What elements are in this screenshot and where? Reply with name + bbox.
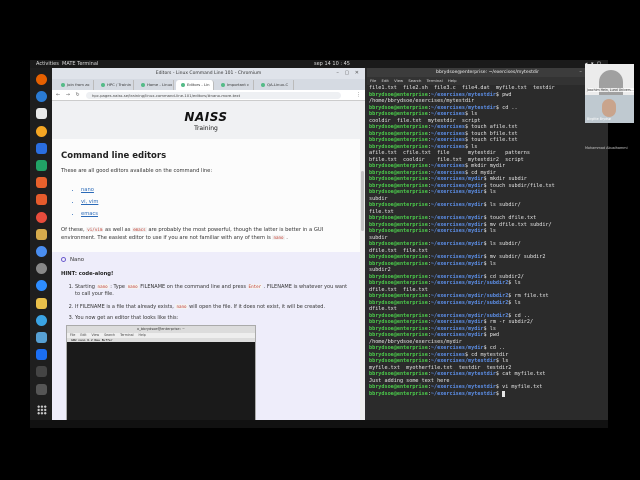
files-icon[interactable] bbox=[36, 108, 47, 120]
terminal-output[interactable]: file1.txt file2.sh file3.c file4.dat myf… bbox=[367, 85, 608, 420]
naiss-logo-sub: Training bbox=[194, 125, 218, 132]
tab-favicon-icon bbox=[61, 83, 65, 87]
hint-text: HINT: code-along! bbox=[61, 270, 114, 277]
steps-list: Starting nano : Type nano FILENAME on th… bbox=[75, 283, 348, 323]
extensions-icon[interactable]: ⋮ bbox=[356, 90, 361, 101]
show-applications-icon[interactable] bbox=[37, 405, 47, 415]
bottom-panel bbox=[30, 420, 608, 428]
intro-text: These are all good editors available on … bbox=[61, 168, 213, 174]
terminal-menubar[interactable]: File Edit View Search Terminal Help bbox=[367, 77, 608, 85]
url-input[interactable]: hpc.pages.naiss.se/training/linux-comman… bbox=[86, 92, 341, 99]
admonition-title: Nano bbox=[61, 256, 348, 263]
browser-tab[interactable]: Join from zo bbox=[56, 80, 94, 90]
editor-link-nano[interactable]: nano bbox=[81, 184, 350, 196]
editors-paragraph: Of these, vi/vim as well as emacs are pr… bbox=[61, 226, 324, 241]
tab-label: Important c bbox=[227, 82, 250, 87]
tab-label: Home - Linux bbox=[147, 82, 173, 87]
terminal-icon[interactable] bbox=[36, 366, 47, 378]
page-content: NAISS Training Command line editors Thes… bbox=[52, 101, 360, 420]
window-controls[interactable]: – ▢ ✕ bbox=[336, 68, 361, 79]
screen: Activities MATE Terminal sep 14 10 : 45 … bbox=[0, 0, 640, 480]
terminal-title: bbrydsoe@enterprise: ~/exercises/mytestd… bbox=[436, 70, 539, 75]
browser-tab[interactable]: Important c bbox=[216, 80, 254, 90]
step-2: If FILENAME is a file that already exist… bbox=[75, 303, 348, 312]
tab-favicon-icon bbox=[181, 83, 185, 87]
page-scrollbar[interactable] bbox=[360, 101, 365, 420]
libreoffice-calc-icon[interactable] bbox=[36, 160, 47, 171]
settings-icon[interactable] bbox=[36, 263, 47, 275]
editor-link-vim[interactable]: vi, vim bbox=[81, 196, 350, 208]
zoom-app-icon[interactable] bbox=[36, 349, 47, 361]
libreoffice-writer-icon[interactable] bbox=[36, 142, 47, 154]
tab-favicon-icon bbox=[221, 83, 225, 87]
browser-tabs: Join from zo HPC / Trainin Home - Linux Edi… bbox=[52, 79, 365, 90]
nano-screenshot: x_bbrydsoe@enterprise: ~ File Edit View … bbox=[66, 324, 256, 420]
nano-screenshot-title: x_bbrydsoe@enterprise: ~ bbox=[67, 325, 255, 333]
terminal-command-line: bbrydsoe@enterprise:~/exercises/mytestdi… bbox=[369, 390, 608, 398]
tab-favicon-icon bbox=[261, 83, 265, 87]
browser-window: Editors - Linux Command Line 101 - Chrom… bbox=[52, 68, 365, 420]
browser-title: Editors - Linux Command Line 101 - Chrom… bbox=[155, 71, 262, 76]
address-bar-row: ← → ↻ hpc.pages.naiss.se/training/linux-… bbox=[52, 90, 365, 101]
terminal-titlebar: bbrydsoe@enterprise: ~/exercises/mytestd… bbox=[367, 68, 608, 77]
active-app-label[interactable]: MATE Terminal bbox=[62, 60, 98, 68]
chromium-icon[interactable] bbox=[36, 246, 47, 257]
terminal-cursor bbox=[502, 390, 506, 397]
browser-tab[interactable]: Editors - Lin bbox=[176, 80, 214, 90]
scrollbar-thumb[interactable] bbox=[361, 171, 364, 231]
activities-button[interactable]: Activities bbox=[36, 60, 59, 68]
shotwell-icon[interactable] bbox=[36, 332, 47, 343]
zoom-icon[interactable] bbox=[36, 280, 47, 292]
editor-link-emacs[interactable]: emacs bbox=[81, 208, 350, 220]
desktop: Activities MATE Terminal sep 14 10 : 45 … bbox=[30, 60, 608, 420]
tab-label: Editors - Lin bbox=[187, 82, 210, 87]
code-icon[interactable] bbox=[36, 297, 47, 309]
browser-tab[interactable]: Home - Linux bbox=[136, 80, 174, 90]
dock bbox=[30, 68, 52, 420]
pencil-icon bbox=[61, 256, 66, 262]
thunderbird-icon[interactable] bbox=[36, 91, 47, 103]
tab-favicon-icon bbox=[141, 83, 145, 87]
step-3: You now get an editor that looks like th… bbox=[75, 315, 348, 323]
naiss-banner: NAISS Training bbox=[52, 101, 360, 139]
software-updater-icon[interactable] bbox=[36, 228, 47, 240]
tab-label: HPC / Trainin bbox=[107, 82, 132, 87]
trash-icon[interactable] bbox=[36, 383, 47, 395]
participant-name: Mohammad Abualhammi bbox=[585, 146, 628, 150]
video-caption-1: Joachim Hein, Lund Univers... bbox=[587, 88, 634, 92]
tab-label: Join from zo bbox=[67, 82, 90, 87]
editor-list: nano vi, vim emacs bbox=[81, 184, 350, 220]
nano-screenshot-header: GNU nano 6.2 New Buffer bbox=[67, 337, 255, 342]
app-center-icon[interactable] bbox=[36, 194, 47, 206]
clock[interactable]: sep 14 10 : 45 bbox=[314, 60, 350, 68]
step-1: Starting nano : Type nano FILENAME on th… bbox=[75, 283, 348, 299]
libreoffice-impress-icon[interactable] bbox=[36, 177, 47, 189]
naiss-logo[interactable]: NAISS bbox=[52, 110, 360, 124]
nano-admonition: Nano HINT: code-along! Starting nano : T… bbox=[52, 251, 360, 420]
nav-buttons-icon[interactable]: ← → ↻ bbox=[56, 90, 82, 101]
rhythmbox-icon[interactable] bbox=[36, 125, 47, 137]
video-caption-2: Birgitte Brydsø bbox=[587, 117, 611, 121]
slack-icon[interactable] bbox=[36, 314, 47, 326]
browser-titlebar: Editors - Linux Command Line 101 - Chrom… bbox=[52, 68, 365, 79]
video-tile-2[interactable]: Birgitte Brydsø bbox=[585, 95, 634, 123]
article: Command line editors These are all good … bbox=[52, 139, 360, 420]
tab-label: QA-Linux-C bbox=[267, 82, 289, 87]
tab-favicon-icon bbox=[101, 83, 105, 87]
firefox-icon[interactable] bbox=[36, 74, 47, 85]
help-icon[interactable] bbox=[36, 211, 47, 223]
top-panel: Activities MATE Terminal sep 14 10 : 45 … bbox=[30, 60, 608, 68]
browser-tab[interactable]: HPC / Trainin bbox=[96, 80, 134, 90]
participant-avatar bbox=[602, 99, 616, 117]
page-heading: Command line editors bbox=[61, 151, 167, 161]
terminal-window: bbrydsoe@enterprise: ~/exercises/mytestd… bbox=[367, 68, 608, 420]
browser-tab[interactable]: QA-Linux-C bbox=[256, 80, 294, 90]
